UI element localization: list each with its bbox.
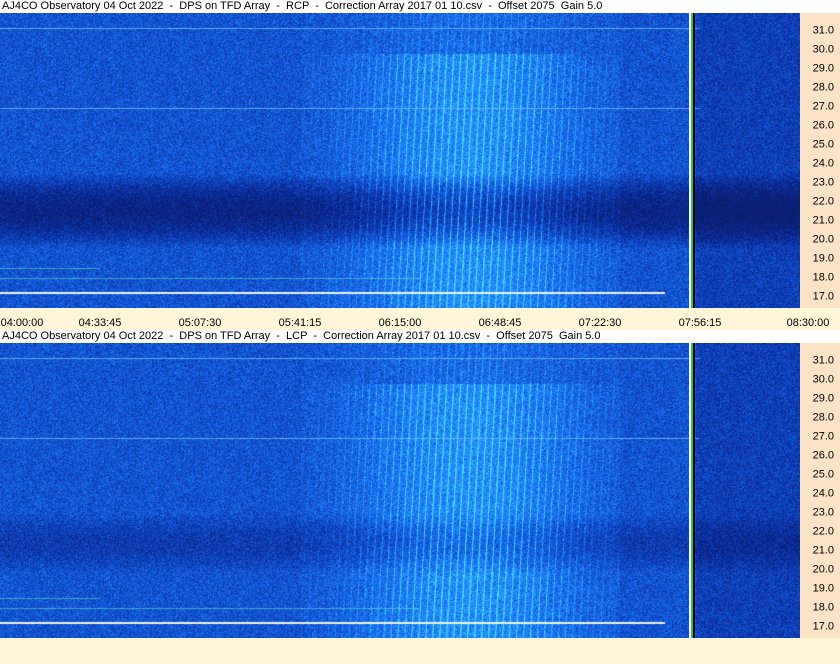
x-tick-label: 05:41:15	[278, 317, 322, 329]
y-tick-label: 26.0	[812, 119, 834, 132]
lcp-spectrogram[interactable]	[0, 343, 800, 638]
y-tick-label: 31.0	[812, 24, 834, 37]
lcp-time-marker[interactable]	[689, 343, 695, 638]
y-tick-label: 25.0	[812, 138, 834, 151]
y-tick-label: 22.0	[812, 525, 834, 538]
y-tick-label: 30.0	[812, 373, 834, 386]
y-tick-label: 28.0	[812, 411, 834, 424]
y-tick-label: 23.0	[812, 506, 834, 519]
rcp-spectrogram[interactable]	[0, 13, 800, 308]
x-tick-label: 08:30:00	[786, 317, 830, 329]
x-tick-label: 05:07:30	[178, 317, 222, 329]
rcp-spectrogram-canvas	[0, 13, 800, 308]
y-tick-label: 23.0	[812, 176, 834, 189]
x-tick-label: 04:33:45	[78, 317, 122, 329]
x-tick-label: 04:00:00	[0, 317, 44, 329]
rcp-title: AJ4CO Observatory 04 Oct 2022 - DPS on T…	[0, 0, 840, 13]
y-tick-label: 24.0	[812, 157, 834, 170]
y-tick-label: 21.0	[812, 214, 834, 227]
y-tick-label: 29.0	[812, 392, 834, 405]
lcp-frequency-axis: 31.0 30.0 29.0 28.0 27.0 26.0 25.0 24.0 …	[800, 343, 840, 638]
lcp-spectrogram-canvas	[0, 343, 800, 638]
y-tick-label: 31.0	[812, 354, 834, 367]
y-tick-label: 28.0	[812, 81, 834, 94]
y-tick-label: 26.0	[812, 449, 834, 462]
y-tick-label: 19.0	[812, 582, 834, 595]
rcp-frequency-axis: 31.0 30.0 29.0 28.0 27.0 26.0 25.0 24.0 …	[800, 13, 840, 308]
x-tick-label: 06:15:00	[378, 317, 422, 329]
lcp-title: AJ4CO Observatory 04 Oct 2022 - DPS on T…	[0, 330, 840, 343]
y-tick-label: 17.0	[812, 620, 834, 633]
x-tick-label: 06:48:45	[478, 317, 522, 329]
y-tick-label: 29.0	[812, 62, 834, 75]
x-tick-label: 07:22:30	[578, 317, 622, 329]
y-tick-label: 21.0	[812, 544, 834, 557]
y-tick-label: 18.0	[812, 271, 834, 284]
y-tick-label: 17.0	[812, 290, 834, 303]
rcp-time-marker[interactable]	[689, 13, 695, 308]
y-tick-label: 19.0	[812, 252, 834, 265]
y-tick-label: 30.0	[812, 43, 834, 56]
y-tick-label: 22.0	[812, 195, 834, 208]
x-tick-label: 07:56:15	[678, 317, 722, 329]
y-tick-label: 27.0	[812, 430, 834, 443]
y-tick-label: 20.0	[812, 233, 834, 246]
y-tick-label: 25.0	[812, 468, 834, 481]
y-tick-label: 24.0	[812, 487, 834, 500]
y-tick-label: 20.0	[812, 563, 834, 576]
rcp-time-axis: 04:00:00 04:33:45 05:07:30 05:41:15 06:1…	[0, 308, 840, 330]
y-tick-label: 18.0	[812, 601, 834, 614]
y-tick-label: 27.0	[812, 100, 834, 113]
